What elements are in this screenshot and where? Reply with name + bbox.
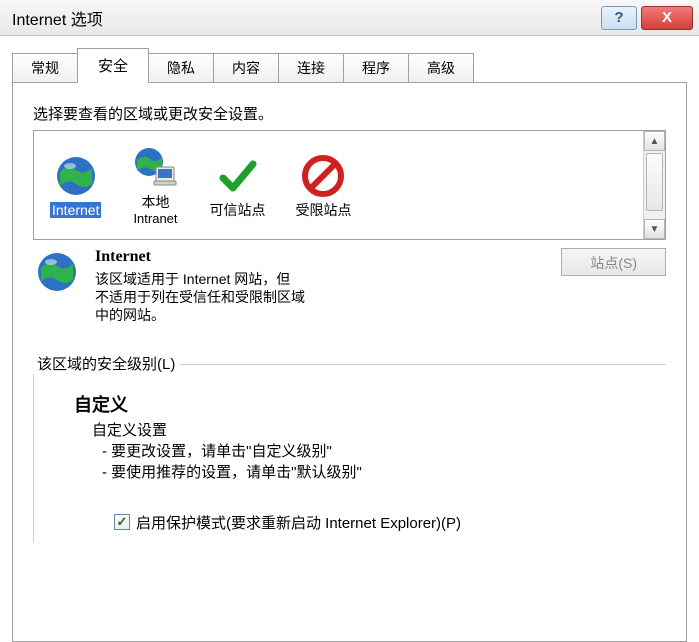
zone-label: Internet <box>50 202 101 219</box>
custom-hint-2: - 要使用推荐的设置，请单击"默认级别" <box>102 461 650 482</box>
tab-panel-security: 选择要查看的区域或更改安全设置。 Internet <box>12 82 687 642</box>
zone-label: 可信站点 <box>209 202 265 219</box>
checkbox-checked-icon[interactable]: ✓ <box>114 514 130 530</box>
close-button[interactable]: X <box>641 6 693 30</box>
zone-select-label: 选择要查看的区域或更改安全设置。 <box>33 103 666 124</box>
zone-intranet[interactable]: 本地 Intranet <box>131 144 179 226</box>
security-level-box: 自定义 自定义设置 - 要更改设置，请单击"自定义级别" - 要使用推荐的设置，… <box>33 364 666 543</box>
check-icon <box>213 152 261 200</box>
zone-detail-name: Internet <box>95 248 547 266</box>
zone-list: Internet 本地 Intranet <box>33 130 666 240</box>
scroll-thumb[interactable] <box>646 153 663 211</box>
scroll-down-icon[interactable]: ▼ <box>644 219 665 239</box>
scroll-up-icon[interactable]: ▲ <box>644 131 665 151</box>
custom-subheading: 自定义设置 <box>92 419 650 440</box>
sites-button: 站点(S) <box>561 248 666 276</box>
tab-connections[interactable]: 连接 <box>278 53 344 83</box>
window-title: Internet 选项 <box>12 6 597 30</box>
zone-label: 受限站点 <box>295 202 351 219</box>
tabs: 常规 安全 隐私 内容 连接 程序 高级 <box>0 36 699 83</box>
zone-label: 本地 <box>141 194 169 211</box>
tab-privacy[interactable]: 隐私 <box>148 53 214 83</box>
globe-icon <box>52 152 100 200</box>
zone-detail-desc: 该区域适用于 Internet 网站，但 不适用于列在受信任和受限制区域 中的网… <box>95 270 547 325</box>
tab-general[interactable]: 常规 <box>12 53 78 83</box>
zone-internet[interactable]: Internet <box>50 152 101 219</box>
help-button[interactable]: ? <box>601 6 637 30</box>
globe-icon <box>33 248 81 296</box>
custom-heading: 自定义 <box>74 391 650 417</box>
tab-advanced[interactable]: 高级 <box>408 53 474 83</box>
zone-description: Internet 该区域适用于 Internet 网站，但 不适用于列在受信任和… <box>33 248 666 325</box>
custom-hint-1: - 要更改设置，请单击"自定义级别" <box>102 440 650 461</box>
zone-sublabel: Intranet <box>133 211 177 226</box>
zone-items: Internet 本地 Intranet <box>34 131 643 239</box>
protected-mode-row[interactable]: ✓ 启用保护模式(要求重新启动 Internet Explorer)(P) <box>114 512 650 533</box>
titlebar: Internet 选项 ? X <box>0 0 699 36</box>
security-level-label: 该区域的安全级别(L) <box>33 353 179 374</box>
intranet-icon <box>131 144 179 192</box>
zone-restricted[interactable]: 受限站点 <box>295 152 351 219</box>
scroll-track[interactable] <box>644 151 665 219</box>
protected-mode-label: 启用保护模式(要求重新启动 Internet Explorer)(P) <box>136 512 461 533</box>
scrollbar[interactable]: ▲ ▼ <box>643 131 665 239</box>
tab-security[interactable]: 安全 <box>77 48 149 83</box>
tab-programs[interactable]: 程序 <box>343 53 409 83</box>
zone-trusted[interactable]: 可信站点 <box>209 152 265 219</box>
prohibit-icon <box>299 152 347 200</box>
security-level-group: 该区域的安全级别(L) 自定义 自定义设置 - 要更改设置，请单击"自定义级别"… <box>33 353 666 543</box>
tab-content[interactable]: 内容 <box>213 53 279 83</box>
